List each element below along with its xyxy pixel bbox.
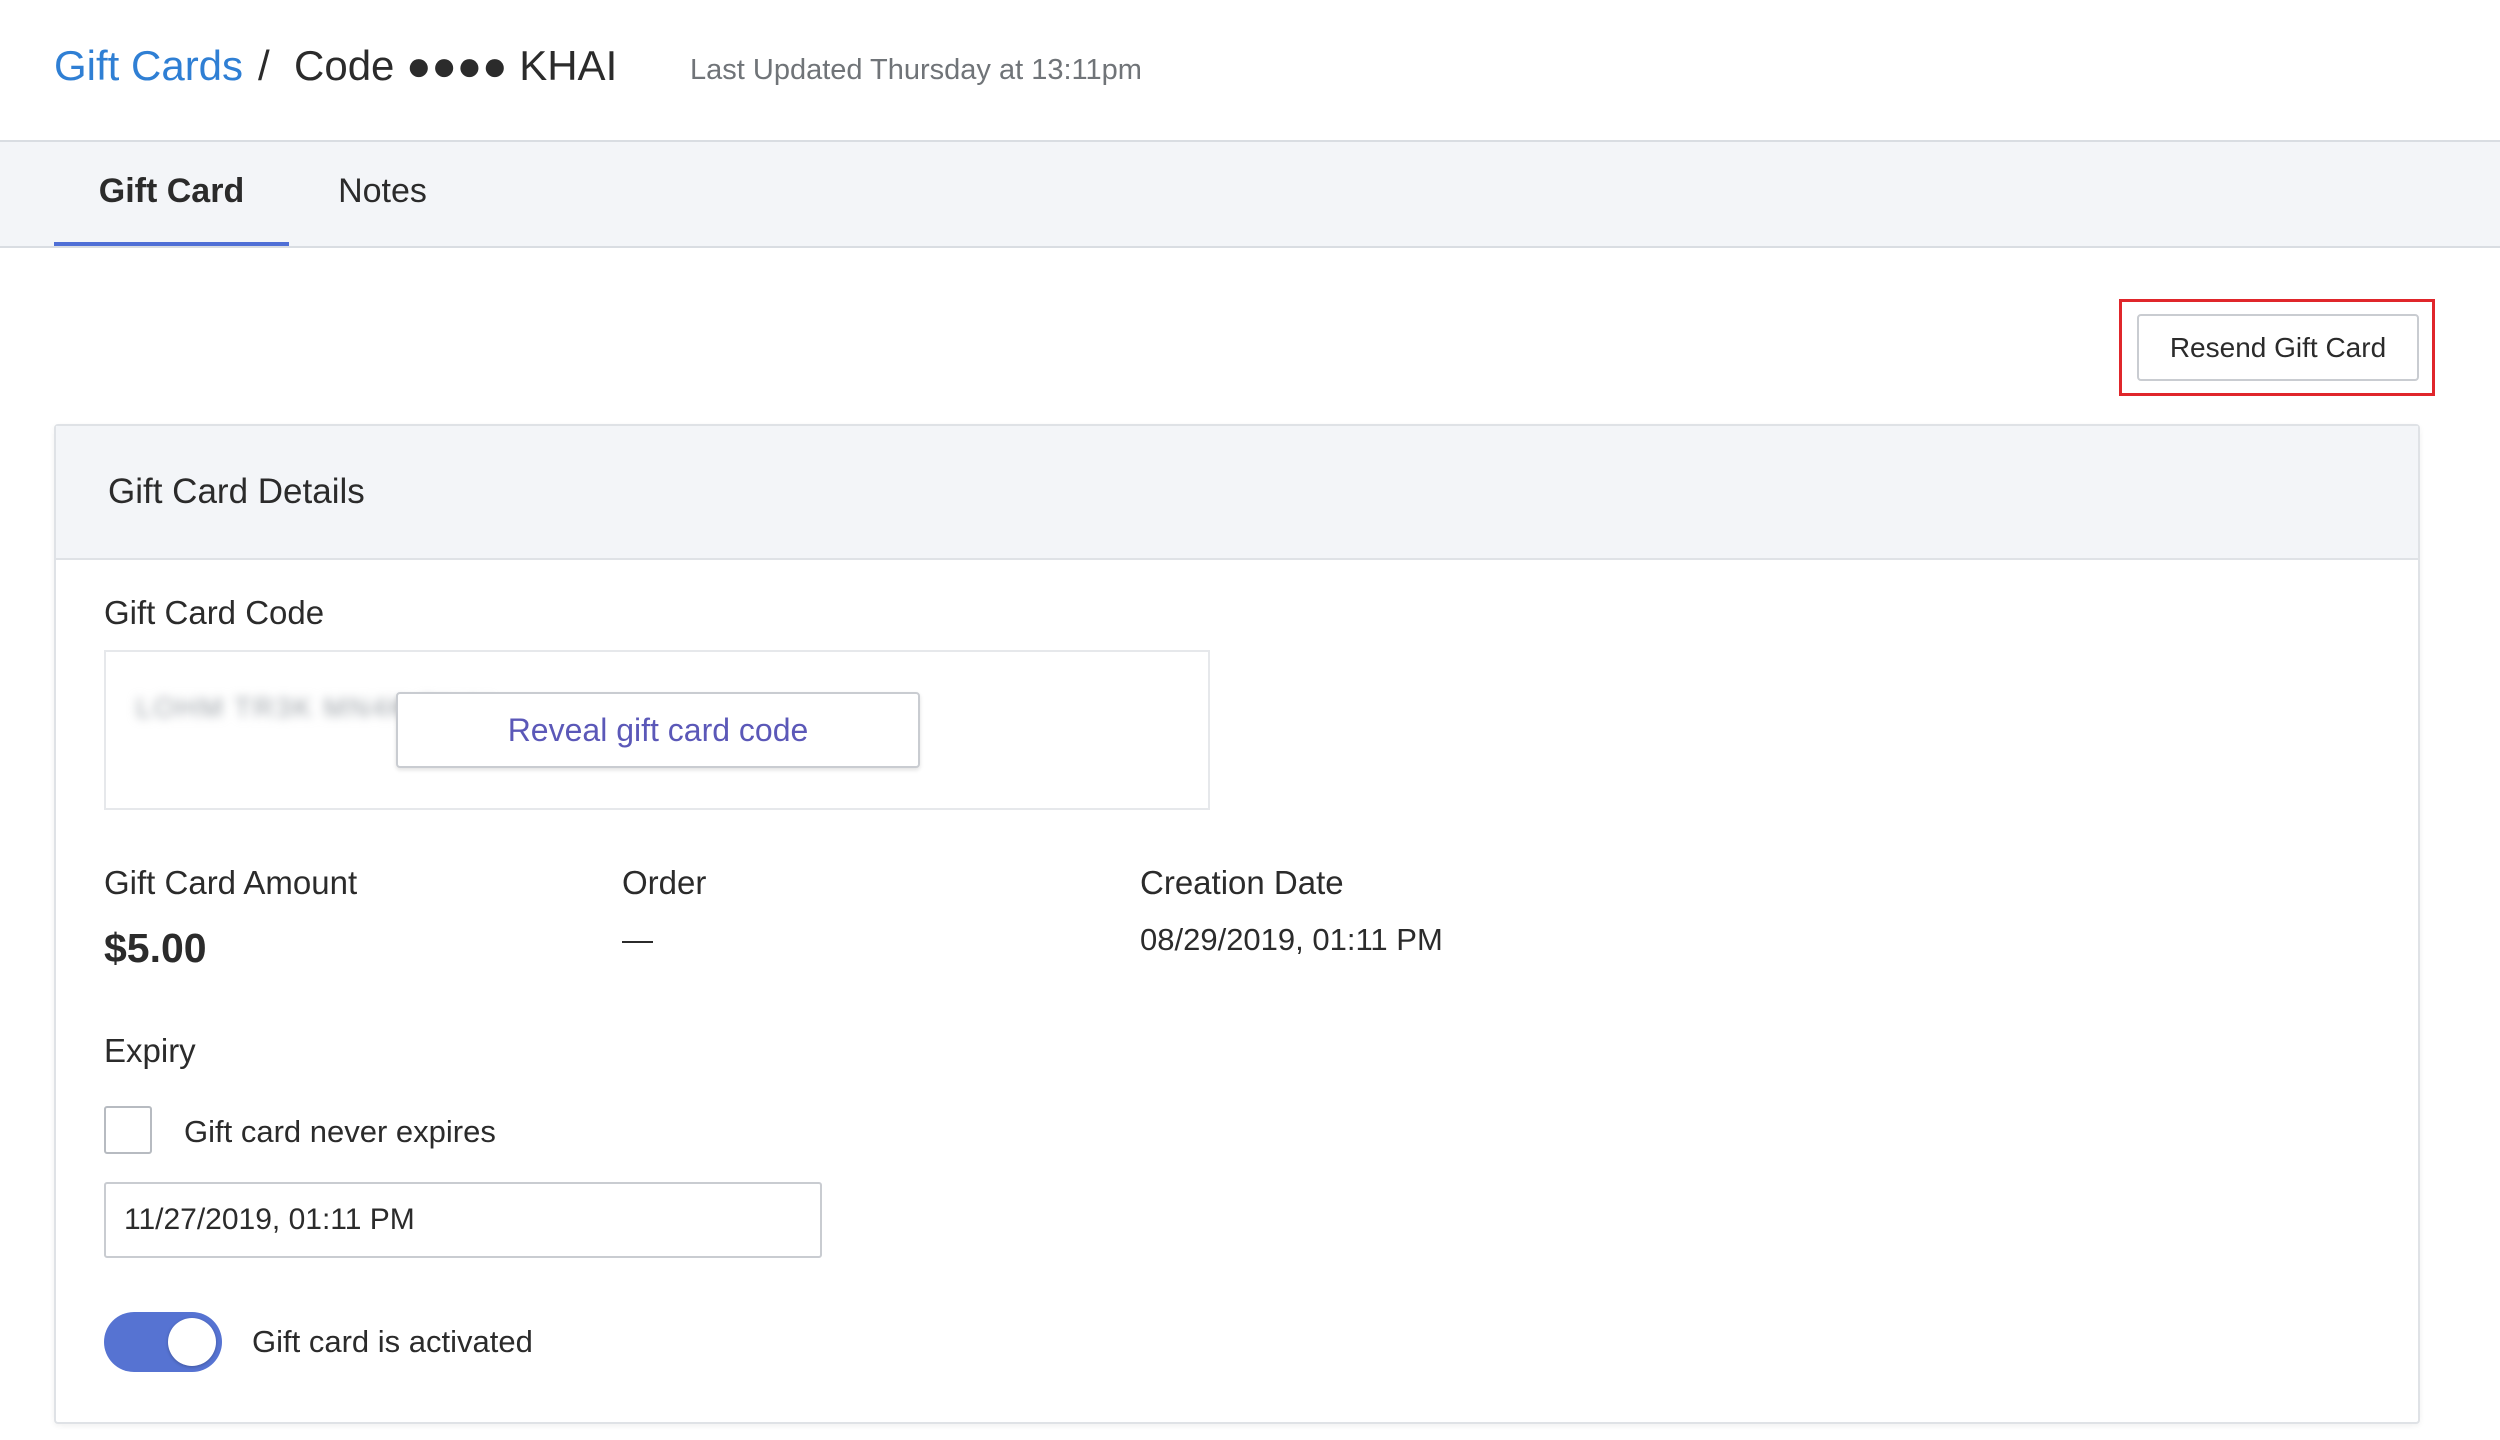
- breadcrumb-current-code: Code ●●●● KHAI: [294, 42, 618, 89]
- creation-date-label: Creation Date: [1140, 864, 1344, 901]
- never-expires-label: Gift card never expires: [184, 1114, 496, 1149]
- expiry-label: Expiry: [104, 1032, 196, 1069]
- toggle-knob: [168, 1318, 216, 1366]
- gift-card-code-label: Gift Card Code: [104, 594, 325, 631]
- page-header: Gift Cards / Code ●●●● KHAI Last Updated…: [0, 0, 2500, 142]
- breadcrumb-separator: /: [258, 42, 270, 89]
- expiry-date-field[interactable]: [104, 1182, 822, 1258]
- card-title: Gift Card Details: [108, 472, 365, 511]
- gift-card-code-box: LOHM TR3K MN4K RNAI Reveal gift card cod…: [104, 650, 1210, 810]
- order-value: —: [622, 922, 653, 957]
- last-updated-text: Last Updated Thursday at 13:11pm: [690, 54, 1142, 86]
- card-header: Gift Card Details: [56, 426, 2418, 560]
- resend-gift-card-button[interactable]: Resend Gift Card: [2137, 314, 2419, 381]
- breadcrumb-gift-cards-link[interactable]: Gift Cards: [54, 36, 243, 96]
- activated-label: Gift card is activated: [252, 1324, 533, 1359]
- gift-card-amount-value: $5.00: [104, 925, 207, 971]
- creation-date-value: 08/29/2019, 01:11 PM: [1140, 922, 1443, 957]
- order-label: Order: [622, 864, 707, 901]
- gift-card-amount-label: Gift Card Amount: [104, 864, 358, 901]
- tab-gift-card[interactable]: Gift Card: [54, 142, 289, 246]
- tab-notes[interactable]: Notes: [310, 142, 455, 246]
- gift-card-details-panel: Gift Card Details Gift Card Code LOHM TR…: [54, 424, 2420, 1424]
- activated-toggle[interactable]: [104, 1312, 222, 1372]
- tab-bar: Gift Card Notes: [0, 142, 2500, 248]
- never-expires-checkbox[interactable]: [104, 1106, 152, 1154]
- reveal-code-button[interactable]: Reveal gift card code: [396, 692, 920, 768]
